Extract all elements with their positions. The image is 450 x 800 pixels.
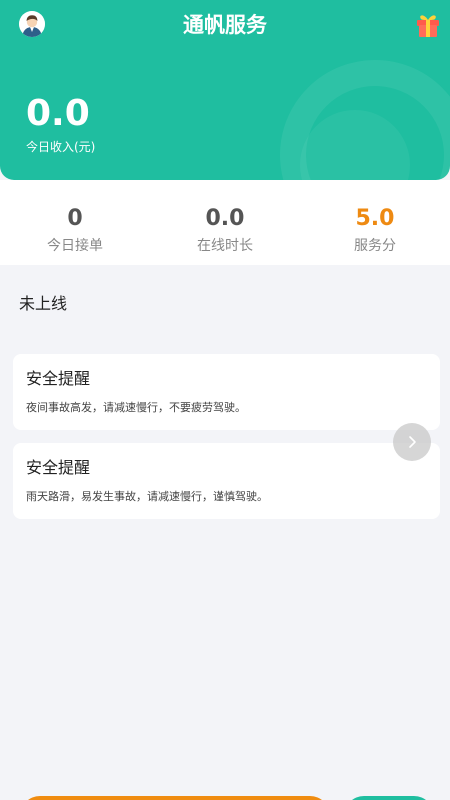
chevron-right-icon <box>409 436 416 448</box>
notice-title: 安全提醒 <box>26 458 91 477</box>
stats-bar: 0 今日接单 0.0 在线时长 5.0 服务分 <box>0 180 450 265</box>
page-title: 通帆服务 <box>183 13 267 37</box>
notice-card[interactable]: 安全提醒 夜间事故高发，请减速慢行，不要疲劳驾驶。 <box>13 354 440 430</box>
today-income-value: 0.0 <box>26 93 90 134</box>
go-online-button[interactable] <box>20 796 330 800</box>
notice-text: 夜间事故高发，请减速慢行，不要疲劳驾驶。 <box>26 401 246 414</box>
stat-service-score-value: 5.0 <box>355 206 395 231</box>
stat-service-score-label: 服务分 <box>354 238 396 254</box>
stat-online-duration-value: 0.0 <box>205 206 245 231</box>
notice-title: 安全提醒 <box>26 369 91 388</box>
stat-today-orders-value: 0 <box>67 206 83 231</box>
stat-today-orders[interactable]: 0 今日接单 <box>0 180 150 265</box>
stat-service-score[interactable]: 5.0 服务分 <box>300 180 450 265</box>
today-income-label: 今日收入(元) <box>26 140 96 154</box>
online-status-text: 未上线 <box>19 294 68 313</box>
stat-online-duration-label: 在线时长 <box>197 238 253 254</box>
stat-today-orders-label: 今日接单 <box>47 238 103 254</box>
secondary-action-button[interactable] <box>344 796 434 800</box>
notice-text: 雨天路滑，易发生事故，请减速慢行，谨慎驾驶。 <box>26 490 268 503</box>
gift-icon[interactable] <box>414 10 442 38</box>
next-notice-button[interactable] <box>393 423 431 461</box>
app-screen: 通帆服务 0.0 今日收入(元) 0 今日接单 0.0 在线时长 5.0 服务分… <box>0 0 450 800</box>
stat-online-duration[interactable]: 0.0 在线时长 <box>150 180 300 265</box>
header-panel: 通帆服务 0.0 今日收入(元) <box>0 0 450 180</box>
notice-card[interactable]: 安全提醒 雨天路滑，易发生事故，请减速慢行，谨慎驾驶。 <box>13 443 440 519</box>
